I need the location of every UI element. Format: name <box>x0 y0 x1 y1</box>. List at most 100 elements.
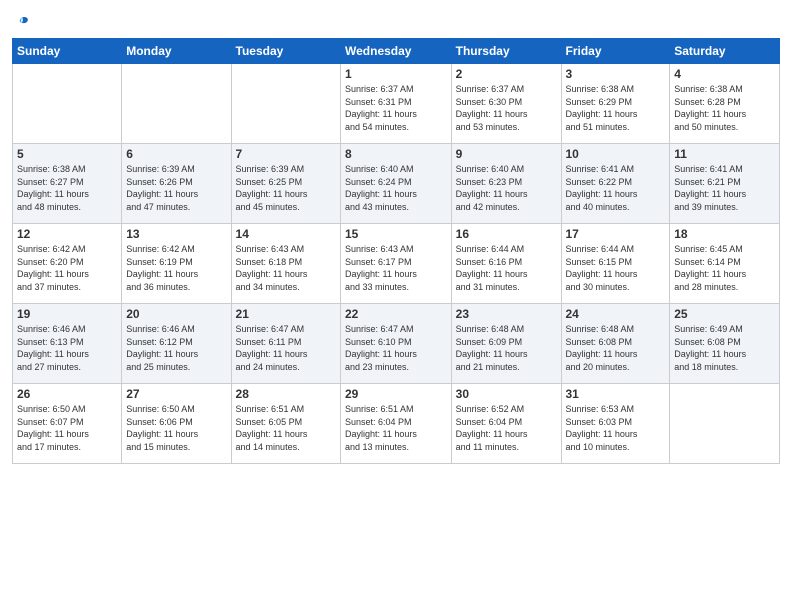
day-number: 26 <box>17 387 117 401</box>
day-number: 10 <box>566 147 666 161</box>
calendar-week-row: 19Sunrise: 6:46 AM Sunset: 6:13 PM Dayli… <box>13 304 780 384</box>
calendar-cell: 22 Sunrise: 6:47 AM Sunset: 6:10 PM Dayli… <box>341 304 452 384</box>
calendar-cell: 28 Sunrise: 6:51 AM Sunset: 6:05 PM Dayli… <box>231 384 340 464</box>
logo-bird-icon <box>13 14 31 32</box>
calendar-cell: 11 Sunrise: 6:41 AM Sunset: 6:21 PM Dayli… <box>670 144 780 224</box>
page-container: SundayMondayTuesdayWednesdayThursdayFrid… <box>0 0 792 472</box>
calendar-cell: 6 Sunrise: 6:39 AM Sunset: 6:26 PM Daylig… <box>122 144 231 224</box>
day-number: 15 <box>345 227 447 241</box>
calendar-cell: 31Sunrise: 6:53 AM Sunset: 6:03 PM Dayli… <box>561 384 670 464</box>
calendar-cell: 23 Sunrise: 6:48 AM Sunset: 6:09 PM Dayli… <box>451 304 561 384</box>
day-info: Sunrise: 6:37 AM Sunset: 6:31 PM Dayligh… <box>345 83 447 133</box>
day-info: Sunrise: 6:44 AM Sunset: 6:15 PM Dayligh… <box>566 243 666 293</box>
day-info: Sunrise: 6:45 AM Sunset: 6:14 PM Dayligh… <box>674 243 775 293</box>
calendar-cell: 2Sunrise: 6:37 AM Sunset: 6:30 PM Daylig… <box>451 64 561 144</box>
day-info: Sunrise: 6:40 AM Sunset: 6:23 PM Dayligh… <box>456 163 557 213</box>
calendar-cell: 7Sunrise: 6:39 AM Sunset: 6:25 PM Daylig… <box>231 144 340 224</box>
day-info: Sunrise: 6:38 AM Sunset: 6:28 PM Dayligh… <box>674 83 775 133</box>
calendar-cell: 17 Sunrise: 6:44 AM Sunset: 6:15 PM Dayli… <box>561 224 670 304</box>
day-number: 27 <box>126 387 226 401</box>
day-number: 28 <box>236 387 336 401</box>
calendar-cell: 18 Sunrise: 6:45 AM Sunset: 6:14 PM Dayli… <box>670 224 780 304</box>
day-info: Sunrise: 6:38 AM Sunset: 6:29 PM Dayligh… <box>566 83 666 133</box>
day-number: 29 <box>345 387 447 401</box>
day-info: Sunrise: 6:44 AM Sunset: 6:16 PM Dayligh… <box>456 243 557 293</box>
day-info: Sunrise: 6:41 AM Sunset: 6:21 PM Dayligh… <box>674 163 775 213</box>
weekday-header-row: SundayMondayTuesdayWednesdayThursdayFrid… <box>13 39 780 64</box>
calendar-cell: 9 Sunrise: 6:40 AM Sunset: 6:23 PM Daylig… <box>451 144 561 224</box>
weekday-header-thursday: Thursday <box>451 39 561 64</box>
day-info: Sunrise: 6:50 AM Sunset: 6:06 PM Dayligh… <box>126 403 226 453</box>
day-number: 14 <box>236 227 336 241</box>
weekday-header-friday: Friday <box>561 39 670 64</box>
calendar-cell <box>13 64 122 144</box>
day-info: Sunrise: 6:42 AM Sunset: 6:20 PM Dayligh… <box>17 243 117 293</box>
calendar-cell <box>670 384 780 464</box>
day-info: Sunrise: 6:46 AM Sunset: 6:12 PM Dayligh… <box>126 323 226 373</box>
day-number: 21 <box>236 307 336 321</box>
day-number: 9 <box>456 147 557 161</box>
weekday-header-tuesday: Tuesday <box>231 39 340 64</box>
calendar-cell: 26 Sunrise: 6:50 AM Sunset: 6:07 PM Dayli… <box>13 384 122 464</box>
day-info: Sunrise: 6:48 AM Sunset: 6:08 PM Dayligh… <box>566 323 666 373</box>
calendar-cell: 13Sunrise: 6:42 AM Sunset: 6:19 PM Dayli… <box>122 224 231 304</box>
calendar-cell: 5Sunrise: 6:38 AM Sunset: 6:27 PM Daylig… <box>13 144 122 224</box>
day-number: 18 <box>674 227 775 241</box>
day-info: Sunrise: 6:37 AM Sunset: 6:30 PM Dayligh… <box>456 83 557 133</box>
day-number: 22 <box>345 307 447 321</box>
calendar-cell: 10 Sunrise: 6:41 AM Sunset: 6:22 PM Dayli… <box>561 144 670 224</box>
day-info: Sunrise: 6:48 AM Sunset: 6:09 PM Dayligh… <box>456 323 557 373</box>
calendar-cell: 8 Sunrise: 6:40 AM Sunset: 6:24 PM Daylig… <box>341 144 452 224</box>
day-info: Sunrise: 6:39 AM Sunset: 6:25 PM Dayligh… <box>236 163 336 213</box>
calendar-week-row: 5Sunrise: 6:38 AM Sunset: 6:27 PM Daylig… <box>13 144 780 224</box>
day-info: Sunrise: 6:39 AM Sunset: 6:26 PM Dayligh… <box>126 163 226 213</box>
calendar-cell: 29 Sunrise: 6:51 AM Sunset: 6:04 PM Dayli… <box>341 384 452 464</box>
day-info: Sunrise: 6:50 AM Sunset: 6:07 PM Dayligh… <box>17 403 117 453</box>
day-info: Sunrise: 6:52 AM Sunset: 6:04 PM Dayligh… <box>456 403 557 453</box>
calendar-cell: 12Sunrise: 6:42 AM Sunset: 6:20 PM Dayli… <box>13 224 122 304</box>
day-info: Sunrise: 6:47 AM Sunset: 6:10 PM Dayligh… <box>345 323 447 373</box>
logo <box>12 14 31 32</box>
calendar-cell: 3 Sunrise: 6:38 AM Sunset: 6:29 PM Daylig… <box>561 64 670 144</box>
calendar-table: SundayMondayTuesdayWednesdayThursdayFrid… <box>12 38 780 464</box>
day-info: Sunrise: 6:41 AM Sunset: 6:22 PM Dayligh… <box>566 163 666 213</box>
calendar-cell: 16 Sunrise: 6:44 AM Sunset: 6:16 PM Dayli… <box>451 224 561 304</box>
day-info: Sunrise: 6:51 AM Sunset: 6:04 PM Dayligh… <box>345 403 447 453</box>
day-info: Sunrise: 6:40 AM Sunset: 6:24 PM Dayligh… <box>345 163 447 213</box>
calendar-cell: 27 Sunrise: 6:50 AM Sunset: 6:06 PM Dayli… <box>122 384 231 464</box>
day-number: 31 <box>566 387 666 401</box>
calendar-week-row: 26 Sunrise: 6:50 AM Sunset: 6:07 PM Dayli… <box>13 384 780 464</box>
calendar-cell: 4Sunrise: 6:38 AM Sunset: 6:28 PM Daylig… <box>670 64 780 144</box>
day-number: 23 <box>456 307 557 321</box>
day-number: 24 <box>566 307 666 321</box>
day-number: 3 <box>566 67 666 81</box>
day-info: Sunrise: 6:47 AM Sunset: 6:11 PM Dayligh… <box>236 323 336 373</box>
day-info: Sunrise: 6:42 AM Sunset: 6:19 PM Dayligh… <box>126 243 226 293</box>
calendar-week-row: 1 Sunrise: 6:37 AM Sunset: 6:31 PM Daylig… <box>13 64 780 144</box>
calendar-cell <box>122 64 231 144</box>
day-number: 17 <box>566 227 666 241</box>
day-number: 11 <box>674 147 775 161</box>
calendar-cell: 15 Sunrise: 6:43 AM Sunset: 6:17 PM Dayli… <box>341 224 452 304</box>
calendar-cell: 24 Sunrise: 6:48 AM Sunset: 6:08 PM Dayli… <box>561 304 670 384</box>
weekday-header-sunday: Sunday <box>13 39 122 64</box>
calendar-cell: 25 Sunrise: 6:49 AM Sunset: 6:08 PM Dayli… <box>670 304 780 384</box>
day-info: Sunrise: 6:51 AM Sunset: 6:05 PM Dayligh… <box>236 403 336 453</box>
day-info: Sunrise: 6:49 AM Sunset: 6:08 PM Dayligh… <box>674 323 775 373</box>
day-info: Sunrise: 6:46 AM Sunset: 6:13 PM Dayligh… <box>17 323 117 373</box>
day-number: 6 <box>126 147 226 161</box>
day-number: 30 <box>456 387 557 401</box>
day-info: Sunrise: 6:43 AM Sunset: 6:17 PM Dayligh… <box>345 243 447 293</box>
calendar-week-row: 12Sunrise: 6:42 AM Sunset: 6:20 PM Dayli… <box>13 224 780 304</box>
day-number: 8 <box>345 147 447 161</box>
weekday-header-monday: Monday <box>122 39 231 64</box>
day-number: 25 <box>674 307 775 321</box>
header-row <box>12 10 780 32</box>
calendar-cell <box>231 64 340 144</box>
day-info: Sunrise: 6:38 AM Sunset: 6:27 PM Dayligh… <box>17 163 117 213</box>
calendar-cell: 30 Sunrise: 6:52 AM Sunset: 6:04 PM Dayli… <box>451 384 561 464</box>
day-number: 20 <box>126 307 226 321</box>
day-number: 16 <box>456 227 557 241</box>
day-number: 1 <box>345 67 447 81</box>
calendar-cell: 21 Sunrise: 6:47 AM Sunset: 6:11 PM Dayli… <box>231 304 340 384</box>
